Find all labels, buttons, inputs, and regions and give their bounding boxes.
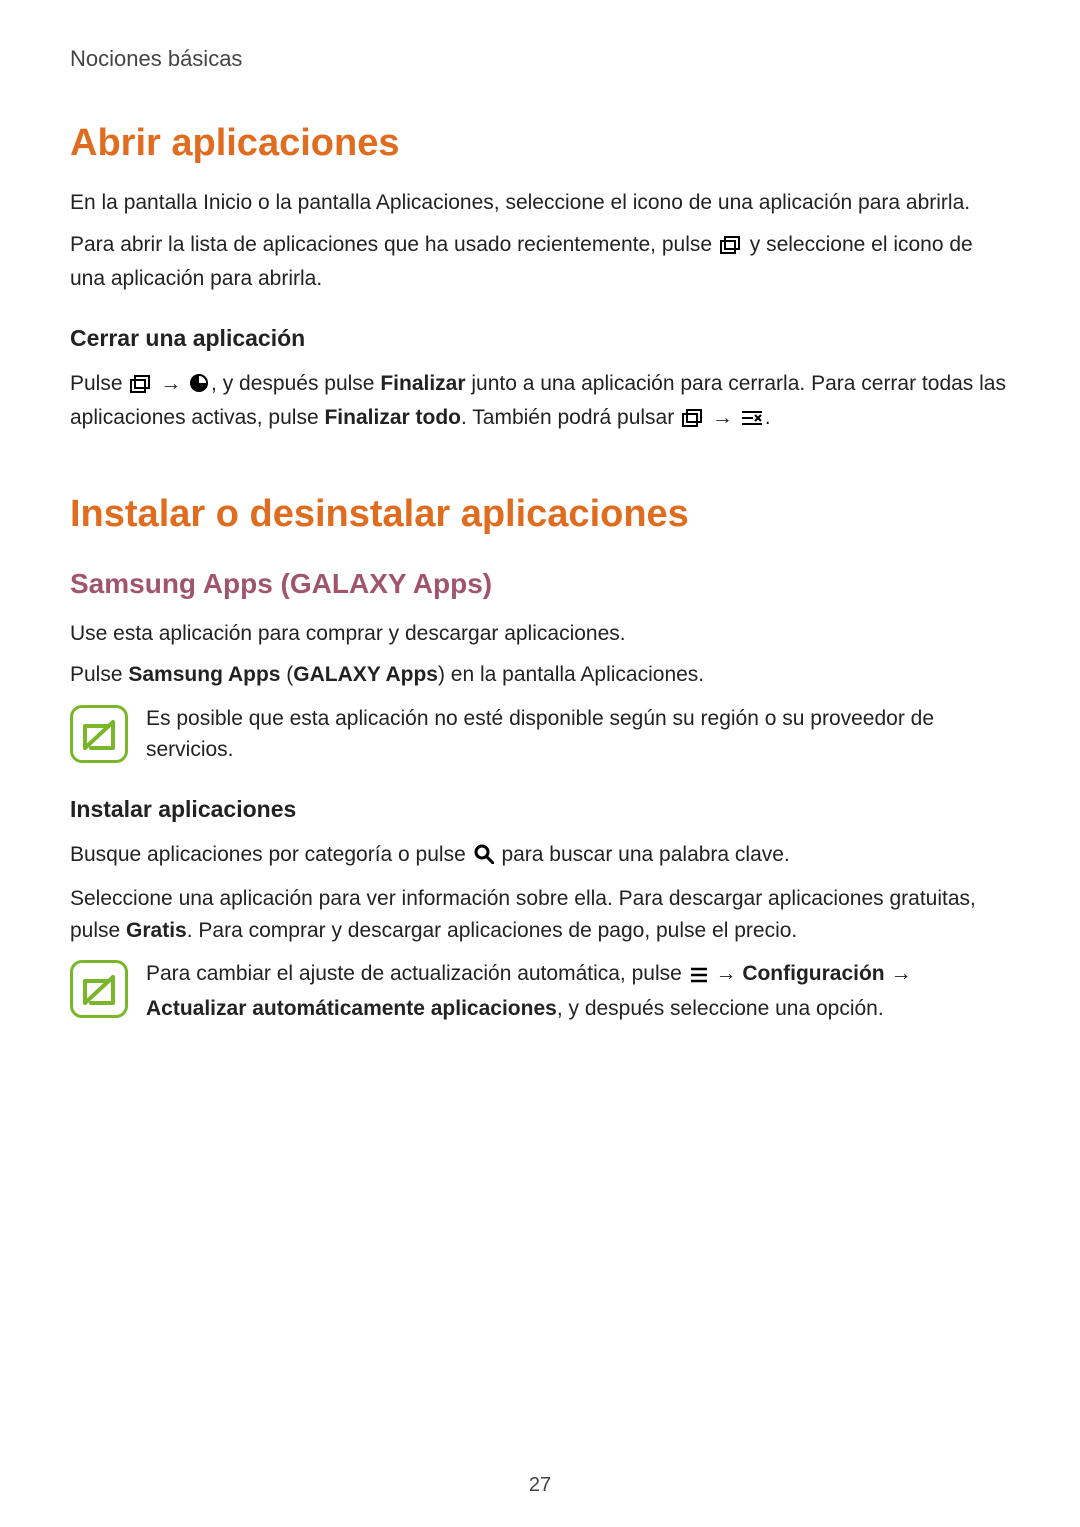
label-finalizar: Finalizar <box>380 372 465 395</box>
label-finalizar-todo: Finalizar todo <box>324 406 461 429</box>
text: → <box>154 372 187 395</box>
text: . <box>765 406 771 429</box>
paragraph: Para abrir la lista de aplicaciones que … <box>70 229 1010 295</box>
text: , y después seleccione una opción. <box>557 997 884 1020</box>
text: Pulse <box>70 372 128 395</box>
label-galaxy-apps: GALAXY Apps <box>293 663 438 686</box>
breadcrumb: Nociones básicas <box>70 46 1010 72</box>
text: → <box>710 962 743 985</box>
search-icon <box>474 842 494 874</box>
heading-instalar-aplicaciones: Instalar aplicaciones <box>70 796 1010 823</box>
text: ( <box>280 663 293 686</box>
heading-samsung-apps: Samsung Apps (GALAXY Apps) <box>70 568 1010 600</box>
text: Para cambiar el ajuste de actualización … <box>146 962 688 985</box>
note-icon <box>70 960 128 1018</box>
text: Busque aplicaciones por categoría o puls… <box>70 843 472 866</box>
text: , y después pulse <box>211 372 380 395</box>
close-all-icon <box>741 405 763 437</box>
task-manager-icon <box>189 371 209 403</box>
heading-cerrar-una-aplicacion: Cerrar una aplicación <box>70 325 1010 352</box>
label-configuracion: Configuración <box>742 962 884 985</box>
label-samsung-apps: Samsung Apps <box>128 663 280 686</box>
text: → <box>706 406 739 429</box>
page: Nociones básicas Abrir aplicaciones En l… <box>0 0 1080 1527</box>
paragraph: Seleccione una aplicación para ver infor… <box>70 883 1010 946</box>
paragraph: Pulse Samsung Apps (GALAXY Apps) en la p… <box>70 659 1010 691</box>
heading-abrir-aplicaciones: Abrir aplicaciones <box>70 122 1010 165</box>
note-text: Es posible que esta aplicación no esté d… <box>146 703 1010 766</box>
text: Para abrir la lista de aplicaciones que … <box>70 233 718 256</box>
text: . También podrá pulsar <box>461 406 680 429</box>
label-actualizar-auto: Actualizar automáticamente aplicaciones <box>146 997 557 1020</box>
paragraph: Busque aplicaciones por categoría o puls… <box>70 839 1010 874</box>
text: Pulse <box>70 663 128 686</box>
page-number: 27 <box>0 1474 1080 1497</box>
note-block: Es posible que esta aplicación no esté d… <box>70 703 1010 766</box>
text: . Para comprar y descargar aplicaciones … <box>187 919 798 942</box>
menu-icon <box>690 961 708 993</box>
note-icon <box>70 705 128 763</box>
paragraph: En la pantalla Inicio o la pantalla Apli… <box>70 187 1010 219</box>
note-text: Para cambiar el ajuste de actualización … <box>146 958 1010 1024</box>
label-gratis: Gratis <box>126 919 187 942</box>
recent-apps-icon <box>130 371 152 403</box>
paragraph: Pulse → , y después pulse Finalizar junt… <box>70 368 1010 437</box>
note-block: Para cambiar el ajuste de actualización … <box>70 958 1010 1024</box>
recent-apps-icon <box>682 405 704 437</box>
paragraph: Use esta aplicación para comprar y desca… <box>70 618 1010 650</box>
text: para buscar una palabra clave. <box>496 843 790 866</box>
text: ) en la pantalla Aplicaciones. <box>438 663 704 686</box>
recent-apps-icon <box>720 232 742 264</box>
text: → <box>885 962 912 985</box>
heading-instalar-desinstalar: Instalar o desinstalar aplicaciones <box>70 493 1010 536</box>
